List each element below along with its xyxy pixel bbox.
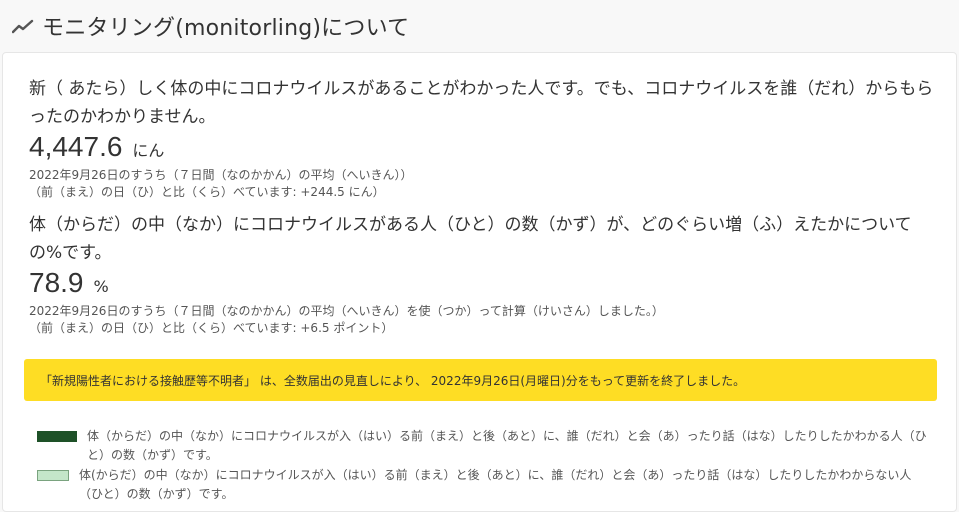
metric-value-line: 78.9 %	[29, 267, 934, 299]
metric-note-compare: （前（まえ）の日（ひ）と比（くら）べています: +6.5 ポイント）	[29, 321, 394, 335]
metric-value-line: 4,447.6 にん	[29, 131, 934, 163]
metric-description: 体（からだ）の中（なか）にコロナウイルスがある人（ひと）の数（かず）が、どのぐら…	[29, 215, 912, 263]
legend-swatch-light	[37, 470, 69, 481]
page-title: モニタリング(monitorling)について	[42, 16, 410, 41]
metric-unknown-contacts: 新（ あたら）しく体の中にコロナウイルスがあることがわかった人です。でも、コロナ…	[29, 75, 934, 201]
metric-value: 78.9	[29, 267, 84, 298]
metric-note-date: 2022年9月26日のすうち（７日間（なのかかん）の平均（へいきん））	[29, 168, 413, 182]
monitoring-card: 新（ あたら）しく体の中にコロナウイルスがあることがわかった人です。でも、コロナ…	[2, 52, 957, 512]
legend-item-known[interactable]: 体（からだ）の中（なか）にコロナウイルスが入（はい）る前（まえ）と後（あと）に、…	[37, 427, 934, 465]
notice-banner: 「新規陽性者における接触歴等不明者」 は、全数届出の見直しにより、 2022年9…	[24, 359, 937, 401]
metric-unit: にん	[132, 141, 165, 160]
page-header: モニタリング(monitorling)について	[0, 0, 959, 52]
legend-item-unknown[interactable]: 体(からだ）の中（なか）にコロナウイルスが入（はい）る前（まえ）と後（あと）に、…	[37, 466, 934, 504]
chart-legend: 体（からだ）の中（なか）にコロナウイルスが入（はい）る前（まえ）と後（あと）に、…	[37, 427, 934, 504]
metric-note-date: 2022年9月26日のすうち（７日間（なのかかん）の平均（へいきん）を使（つか）…	[29, 304, 664, 318]
metric-description: 新（ あたら）しく体の中にコロナウイルスがあることがわかった人です。でも、コロナ…	[29, 79, 934, 127]
metric-note-compare: （前（まえ）の日（ひ）と比（くら）べています: +244.5 にん）	[29, 185, 385, 199]
legend-label: 体（からだ）の中（なか）にコロナウイルスが入（はい）る前（まえ）と後（あと）に、…	[87, 429, 927, 462]
legend-label: 体(からだ）の中（なか）にコロナウイルスが入（はい）る前（まえ）と後（あと）に、…	[79, 468, 912, 501]
metric-increase-rate: 体（からだ）の中（なか）にコロナウイルスがある人（ひと）の数（かず）が、どのぐら…	[29, 211, 934, 337]
notice-text: 「新規陽性者における接触歴等不明者」 は、全数届出の見直しにより、 2022年9…	[40, 373, 746, 388]
trend-line-icon	[12, 14, 36, 38]
metric-unit: %	[93, 277, 109, 296]
metric-value: 4,447.6	[29, 131, 123, 162]
legend-swatch-dark	[37, 431, 77, 442]
